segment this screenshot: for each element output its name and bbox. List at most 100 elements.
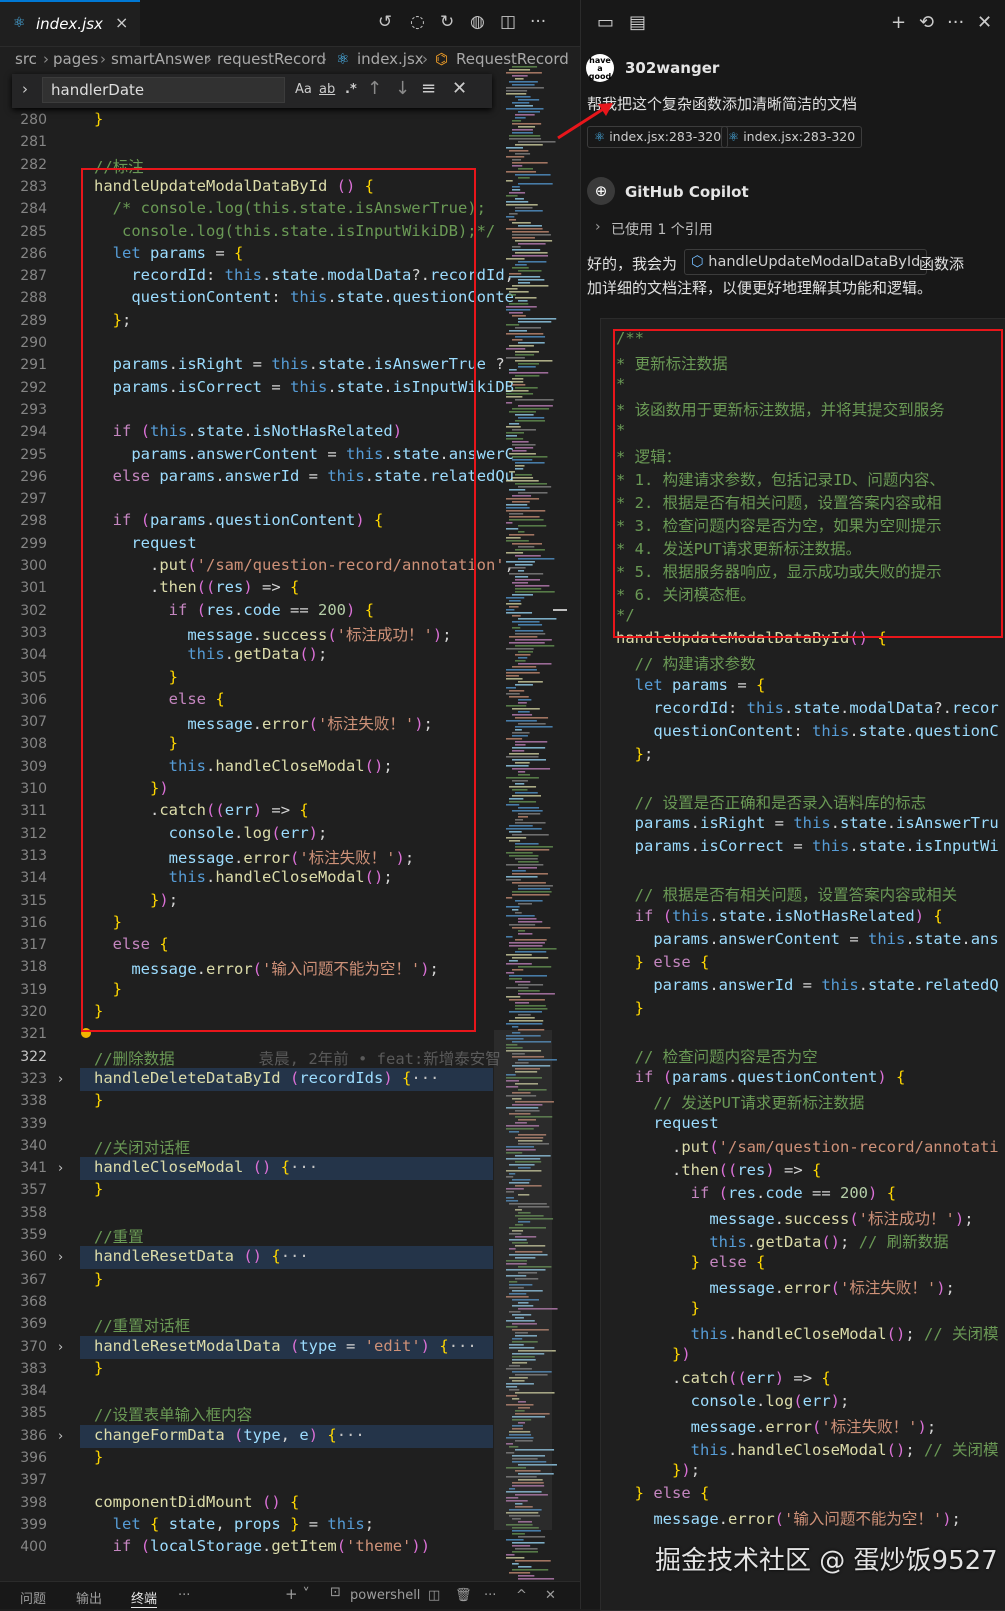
code-line[interactable]: } (94, 1448, 103, 1466)
minimap-line (506, 612, 533, 614)
code-editor[interactable]: ⚛ index.jsx × ↺ ◌ ↻ ◍ ◫ ··· src › pages … (0, 0, 580, 1609)
code-line[interactable]: } (94, 110, 103, 128)
code-line[interactable]: handleResetData () {··· (94, 1247, 309, 1265)
code-line[interactable]: } (94, 1180, 103, 1198)
minimap-line (515, 1002, 530, 1004)
breadcrumb-item[interactable]: index.jsx (357, 50, 424, 68)
minimap-line (512, 246, 521, 248)
code-line[interactable]: } (94, 1359, 103, 1377)
code-line[interactable]: //设置表单输入框内容 (94, 1403, 252, 1425)
line-number: 291 (20, 357, 47, 374)
close-tab-icon[interactable]: × (115, 13, 128, 32)
split-terminal-icon[interactable]: ◫ (428, 1588, 440, 1603)
trash-icon[interactable]: 🗑 (455, 1588, 472, 1603)
match-word-toggle[interactable]: ab (319, 82, 335, 97)
minimap-line (518, 531, 525, 533)
history-icon[interactable]: ⟲ (919, 12, 934, 33)
code-line[interactable]: let { state, props } = this; (94, 1515, 374, 1533)
fold-chevron-icon[interactable]: › (58, 1429, 63, 1444)
more-icon[interactable]: ··· (484, 1588, 496, 1603)
chat-icon[interactable]: ▭ (597, 12, 614, 33)
close-find-icon[interactable]: ✕ (452, 78, 467, 99)
minimap-line (518, 1536, 546, 1538)
used-references-toggle[interactable]: 已使用 1 个引用 (611, 219, 713, 239)
minimap-line (509, 192, 526, 194)
minimap-line (509, 423, 520, 425)
breadcrumb-item[interactable]: smartAnswer (111, 50, 210, 68)
code-line[interactable]: //删除数据 袁晨, 2年前 • feat:新增泰安智 (94, 1047, 501, 1069)
suggested-code-line: }; (634, 744, 654, 763)
minimap-slider[interactable] (494, 1030, 552, 1530)
code-line[interactable]: //重置对话框 (94, 1314, 190, 1336)
maximize-panel-icon[interactable]: ^ (516, 1588, 527, 1603)
fold-chevron-icon[interactable]: › (58, 1340, 63, 1355)
minimap-line (512, 408, 550, 410)
panel-more-icon[interactable]: ··· (178, 1588, 190, 1603)
minimap-line (506, 480, 539, 482)
git-icon[interactable]: ◍ (470, 12, 485, 32)
code-line[interactable]: handleResetModalData (type = 'edit') {··… (94, 1337, 477, 1355)
react-icon: ⚛ (13, 15, 26, 31)
code-line[interactable]: //关闭对话框 (94, 1136, 190, 1158)
go-back-icon[interactable]: ◌ (410, 12, 425, 32)
close-panel-icon[interactable]: ✕ (545, 1588, 556, 1603)
split-editor-icon[interactable]: ◫ (500, 12, 516, 32)
suggested-code-line: // 发送PUT请求更新标注数据 (653, 1094, 865, 1113)
chevron-right-icon[interactable]: › (595, 219, 601, 235)
regex-toggle[interactable]: .* (345, 82, 357, 97)
code-line[interactable]: handleCloseModal () {··· (94, 1158, 318, 1176)
tab-index-jsx[interactable]: ⚛ index.jsx × (0, 0, 140, 46)
new-terminal-icon[interactable]: + ˅ (285, 1585, 310, 1603)
code-line[interactable]: changeFormData (type, e) {··· (94, 1426, 365, 1444)
minimap-line (509, 135, 541, 137)
terminal-shell-label[interactable]: powershell (350, 1588, 420, 1603)
more-icon[interactable]: ··· (947, 12, 964, 33)
tab-terminal[interactable]: 终端 (131, 1588, 158, 1608)
minimap-line (518, 177, 530, 179)
fold-chevron-icon[interactable]: › (58, 1250, 63, 1265)
tab-problems[interactable]: 问题 (20, 1588, 46, 1607)
minimap-line (506, 180, 513, 182)
match-case-toggle[interactable]: Aa (295, 82, 312, 97)
tab-output[interactable]: 输出 (76, 1588, 102, 1607)
toggle-replace-icon[interactable]: › (22, 80, 28, 98)
notebook-icon[interactable]: ▤ (629, 12, 646, 33)
minimap-line (512, 444, 536, 446)
chevron-right-icon: › (422, 50, 428, 68)
new-chat-icon[interactable]: + (891, 12, 906, 33)
fold-chevron-icon[interactable]: › (58, 1072, 63, 1087)
arrow-up-icon[interactable]: ↑ (367, 78, 382, 99)
minimap-line (518, 525, 547, 527)
minimap-line (506, 756, 539, 758)
compare-changes-icon[interactable]: ↺ (378, 12, 392, 32)
find-in-selection-icon[interactable]: ≡ (421, 78, 436, 99)
minimap-line (506, 693, 520, 695)
code-line[interactable]: if (localStorage.getItem('theme')) (94, 1537, 430, 1555)
breadcrumb-item[interactable]: src (15, 50, 37, 68)
close-icon[interactable]: ✕ (977, 12, 992, 33)
suggested-code-line: if (params.questionContent) { (634, 1068, 906, 1087)
minimap-line (512, 186, 520, 188)
minimap-line (518, 774, 531, 776)
code-line[interactable]: //重置 (94, 1225, 144, 1247)
line-number: 339 (20, 1115, 47, 1132)
code-line[interactable]: } (94, 1270, 103, 1288)
minimap-line (509, 219, 517, 221)
breadcrumb-item[interactable]: requestRecord (217, 50, 326, 68)
minimap-line (518, 126, 536, 128)
breadcrumb-item[interactable]: pages (53, 50, 98, 68)
minimap-line (515, 96, 531, 98)
code-line[interactable]: componentDidMount () { (94, 1493, 299, 1511)
more-actions-icon[interactable]: ··· (530, 12, 546, 32)
find-input[interactable]: handlerDate (42, 77, 285, 103)
go-forward-icon[interactable]: ↻ (440, 12, 454, 32)
line-number: 298 (20, 513, 47, 530)
symbol-reference-chip[interactable]: ⬡ handleUpdateModalDataById (684, 249, 928, 275)
fold-chevron-icon[interactable]: › (58, 1161, 63, 1176)
code-line[interactable]: handleDeleteDataById (recordIds) {··· (94, 1069, 439, 1087)
minimap-line (506, 936, 513, 938)
scrollbar-marker[interactable] (553, 609, 567, 611)
reference-chip[interactable]: ⚛ index.jsx:283-320 (721, 126, 863, 148)
code-line[interactable]: } (94, 1091, 103, 1109)
arrow-down-icon[interactable]: ↓ (395, 78, 410, 99)
